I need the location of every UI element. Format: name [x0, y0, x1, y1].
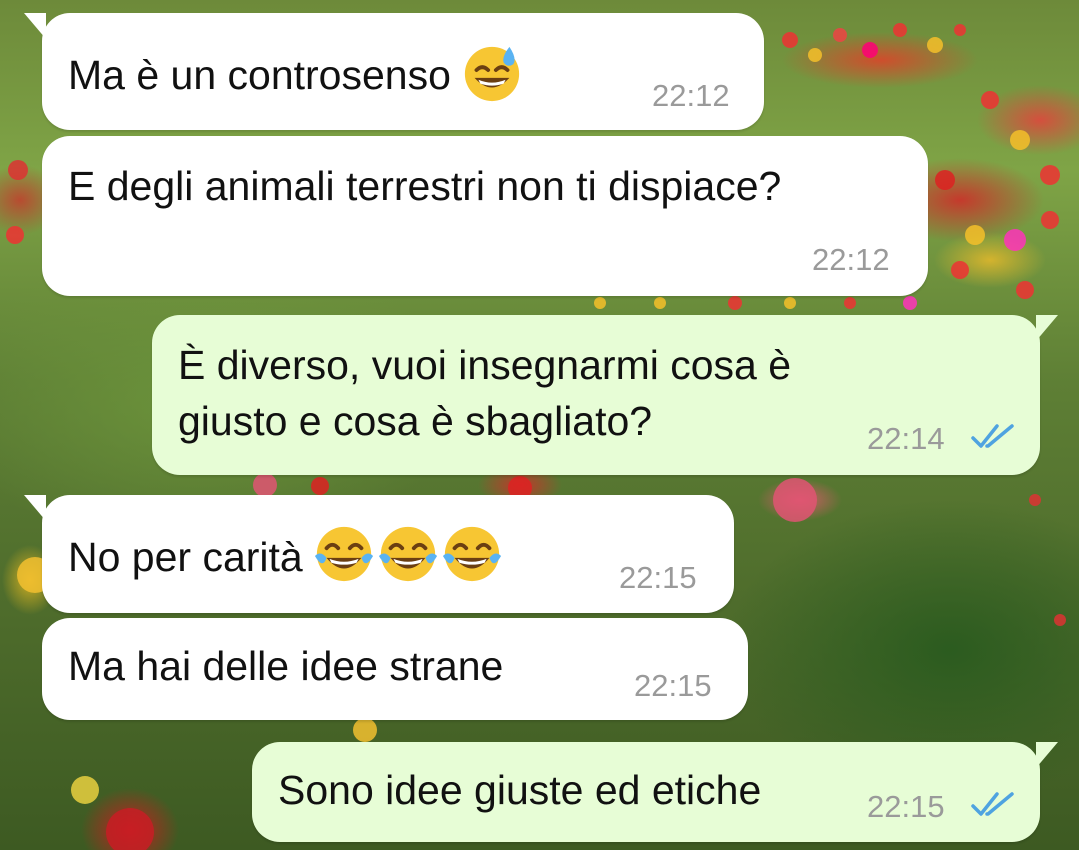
message-text: Ma hai delle idee strane — [68, 643, 504, 689]
outgoing-message[interactable]: È diverso, vuoi insegnarmi cosa è giusto… — [152, 315, 1058, 475]
message-text: Ma è un controsenso — [68, 41, 523, 103]
message-text-content: Ma è un controsenso — [68, 52, 451, 98]
message-timestamp: 22:15 — [867, 789, 945, 824]
incoming-message[interactable]: Ma hai delle idee strane 22:15 — [42, 618, 748, 720]
double-check-icon — [971, 424, 1014, 448]
message-text-line-1: È diverso, vuoi insegnarmi cosa è — [178, 342, 792, 388]
message-text: No per carità — [68, 523, 503, 585]
message-text: Sono idee giuste ed etiche — [278, 767, 762, 813]
message-timestamp: 22:12 — [812, 242, 890, 277]
incoming-message[interactable]: No per carità 22:15 — [24, 495, 734, 613]
tears-of-joy-emoji-icon — [442, 526, 501, 582]
tears-of-joy-emoji-icon — [314, 526, 373, 582]
tears-of-joy-emoji-icon — [378, 526, 437, 582]
message-text-line-2: giusto e cosa è sbagliato? — [178, 398, 653, 444]
double-check-icon — [971, 792, 1014, 816]
sweat-smile-emoji-icon — [464, 46, 520, 102]
outgoing-message[interactable]: Sono idee giuste ed etiche 22:15 — [252, 742, 1058, 842]
message-timestamp: 22:12 — [652, 78, 730, 113]
message-text-content: No per carità — [68, 534, 303, 580]
incoming-message[interactable]: Ma è un controsenso 22:12 — [24, 13, 764, 130]
message-text: E degli animali terrestri non ti dispiac… — [68, 163, 782, 209]
message-timestamp: 22:15 — [634, 668, 712, 703]
message-timestamp: 22:14 — [867, 421, 945, 456]
incoming-message[interactable]: E degli animali terrestri non ti dispiac… — [42, 136, 928, 296]
message-timestamp: 22:15 — [619, 560, 697, 595]
